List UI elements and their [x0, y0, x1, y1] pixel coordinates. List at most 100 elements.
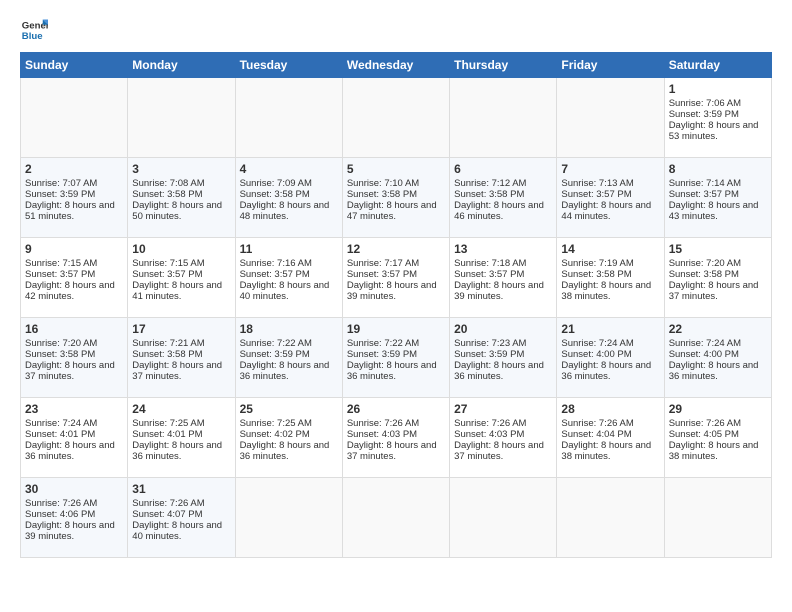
week-row-0: 1Sunrise: 7:06 AMSunset: 3:59 PMDaylight… [21, 78, 772, 158]
day-number: 22 [669, 322, 767, 336]
cell-week1-col1: 3 Sunrise: 7:08 AMSunset: 3:58 PMDaylight… [128, 158, 235, 238]
cell-week1-col4: 6Sunrise: 7:12 AMSunset: 3:58 PMDaylight… [450, 158, 557, 238]
daylight: Daylight: 8 hours and 47 minutes. [347, 200, 437, 222]
daylight: Daylight: 8 hours and 40 minutes. [240, 280, 330, 302]
daylight: Daylight: 8 hours and 36 minutes. [132, 440, 222, 462]
cell-week2-col3: 12Sunrise: 7:17 AMSunset: 3:57 PMDayligh… [342, 238, 449, 318]
sunset: Sunset: 4:03 PM [454, 429, 524, 440]
sunset: Sunset: 4:01 PM [132, 429, 202, 440]
cell-week2-col1: 10Sunrise: 7:15 AMSunset: 3:57 PMDayligh… [128, 238, 235, 318]
sunset: Sunset: 4:04 PM [561, 429, 631, 440]
cell-week3-col5: 21Sunrise: 7:24 AMSunset: 4:00 PMDayligh… [557, 318, 664, 398]
sunset: Sunset: 3:57 PM [132, 269, 202, 280]
sunset: Sunset: 3:58 PM [132, 189, 202, 200]
daylight: Daylight: 8 hours and 37 minutes. [454, 440, 544, 462]
day-number: 6 [454, 162, 552, 176]
cell-week4-col6: 29Sunrise: 7:26 AMSunset: 4:05 PMDayligh… [664, 398, 771, 478]
sunrise: Sunrise: 7:06 AM [669, 98, 741, 109]
day-number: 5 [347, 162, 445, 176]
sunrise: Sunrise: 7:26 AM [25, 498, 97, 509]
daylight: Daylight: 8 hours and 36 minutes. [454, 360, 544, 382]
col-header-tuesday: Tuesday [235, 53, 342, 78]
daylight: Daylight: 8 hours and 39 minutes. [25, 520, 115, 542]
sunrise: Sunrise: 7:08 AM [132, 178, 204, 189]
sunrise: Sunrise: 7:26 AM [669, 418, 741, 429]
cell-week0-day2 [235, 78, 342, 158]
day-number: 2 [25, 162, 123, 176]
sunrise: Sunrise: 7:26 AM [454, 418, 526, 429]
cell-week5-col4 [450, 478, 557, 558]
sunrise: Sunrise: 7:07 AM [25, 178, 97, 189]
daylight: Daylight: 8 hours and 50 minutes. [132, 200, 222, 222]
sunrise: Sunrise: 7:22 AM [240, 338, 312, 349]
week-row-1: 2Sunrise: 7:07 AMSunset: 3:59 PMDaylight… [21, 158, 772, 238]
day-number: 1 [669, 82, 767, 96]
day-number: 11 [240, 242, 338, 256]
cell-week4-col2: 25Sunrise: 7:25 AMSunset: 4:02 PMDayligh… [235, 398, 342, 478]
cell-week0-day0 [21, 78, 128, 158]
daylight: Daylight: 8 hours and 48 minutes. [240, 200, 330, 222]
sunset: Sunset: 3:59 PM [669, 109, 739, 120]
sunset: Sunset: 4:00 PM [669, 349, 739, 360]
sunrise: Sunrise: 7:18 AM [454, 258, 526, 269]
week-row-4: 23Sunrise: 7:24 AMSunset: 4:01 PMDayligh… [21, 398, 772, 478]
sunrise: Sunrise: 7:15 AM [25, 258, 97, 269]
day-number: 4 [240, 162, 338, 176]
cell-week1-col5: 7Sunrise: 7:13 AMSunset: 3:57 PMDaylight… [557, 158, 664, 238]
cell-week1-col3: 5Sunrise: 7:10 AMSunset: 3:58 PMDaylight… [342, 158, 449, 238]
day-number: 20 [454, 322, 552, 336]
sunset: Sunset: 3:58 PM [132, 349, 202, 360]
cell-week1-col6: 8Sunrise: 7:14 AMSunset: 3:57 PMDaylight… [664, 158, 771, 238]
cell-week5-col2 [235, 478, 342, 558]
cell-week2-col6: 15Sunrise: 7:20 AMSunset: 3:58 PMDayligh… [664, 238, 771, 318]
week-row-2: 9 Sunrise: 7:15 AM Sunset: 3:57 PM Daylight… [21, 238, 772, 318]
cell-week2-col2: 11Sunrise: 7:16 AMSunset: 3:57 PMDayligh… [235, 238, 342, 318]
cell-week3-col6: 22Sunrise: 7:24 AMSunset: 4:00 PMDayligh… [664, 318, 771, 398]
sunrise: Sunrise: 7:21 AM [132, 338, 204, 349]
daylight: Daylight: 8 hours and 44 minutes. [561, 200, 651, 222]
day-number: 9 [25, 242, 123, 256]
day-number: 8 [669, 162, 767, 176]
daylight: Daylight: 8 hours and 37 minutes. [347, 440, 437, 462]
sunrise: Sunrise: 7:22 AM [347, 338, 419, 349]
sunrise: Sunrise: 7:19 AM [561, 258, 633, 269]
daylight: Daylight: 8 hours and 37 minutes. [132, 360, 222, 382]
sunrise: Sunrise: 7:14 AM [669, 178, 741, 189]
cell-week0-day3 [342, 78, 449, 158]
header-row-days: SundayMondayTuesdayWednesdayThursdayFrid… [21, 53, 772, 78]
day-number: 26 [347, 402, 445, 416]
day-number: 28 [561, 402, 659, 416]
daylight: Daylight: 8 hours and 36 minutes. [240, 360, 330, 382]
sunset: Sunset: 4:03 PM [347, 429, 417, 440]
sunrise: Sunrise: 7:25 AM [240, 418, 312, 429]
header-row: General Blue [20, 16, 772, 44]
sunset: Sunset: 3:58 PM [561, 269, 631, 280]
cell-week4-col4: 27Sunrise: 7:26 AMSunset: 4:03 PMDayligh… [450, 398, 557, 478]
cell-week5-col1: 31Sunrise: 7:26 AMSunset: 4:07 PMDayligh… [128, 478, 235, 558]
sunset: Sunset: 3:57 PM [454, 269, 524, 280]
sunrise: Sunrise: 7:26 AM [132, 498, 204, 509]
sunrise: Sunrise: 7:25 AM [132, 418, 204, 429]
cell-week4-col0: 23Sunrise: 7:24 AMSunset: 4:01 PMDayligh… [21, 398, 128, 478]
day-number: 3 [132, 162, 230, 176]
calendar-container: General Blue SundayMondayTuesdayWednesda… [0, 0, 792, 568]
sunset: Sunset: 4:05 PM [669, 429, 739, 440]
sunset: Sunset: 3:57 PM [669, 189, 739, 200]
daylight: Daylight: 8 hours and 37 minutes. [25, 360, 115, 382]
cell-week4-col1: 24Sunrise: 7:25 AMSunset: 4:01 PMDayligh… [128, 398, 235, 478]
sunrise: Sunrise: 7:24 AM [25, 418, 97, 429]
day-number: 14 [561, 242, 659, 256]
sunrise: Sunrise: 7:20 AM [669, 258, 741, 269]
daylight: Daylight: 8 hours and 38 minutes. [669, 440, 759, 462]
sunrise: Sunrise: 7:10 AM [347, 178, 419, 189]
daylight: Daylight: 8 hours and 36 minutes. [347, 360, 437, 382]
cell-week3-col2: 18Sunrise: 7:22 AMSunset: 3:59 PMDayligh… [235, 318, 342, 398]
sunset: Sunset: 3:58 PM [240, 189, 310, 200]
cell-week4-col3: 26Sunrise: 7:26 AMSunset: 4:03 PMDayligh… [342, 398, 449, 478]
cell-week0-day6: 1Sunrise: 7:06 AMSunset: 3:59 PMDaylight… [664, 78, 771, 158]
day-number: 16 [25, 322, 123, 336]
cell-week5-col6 [664, 478, 771, 558]
calendar-table: SundayMondayTuesdayWednesdayThursdayFrid… [20, 52, 772, 558]
col-header-wednesday: Wednesday [342, 53, 449, 78]
day-number: 18 [240, 322, 338, 336]
